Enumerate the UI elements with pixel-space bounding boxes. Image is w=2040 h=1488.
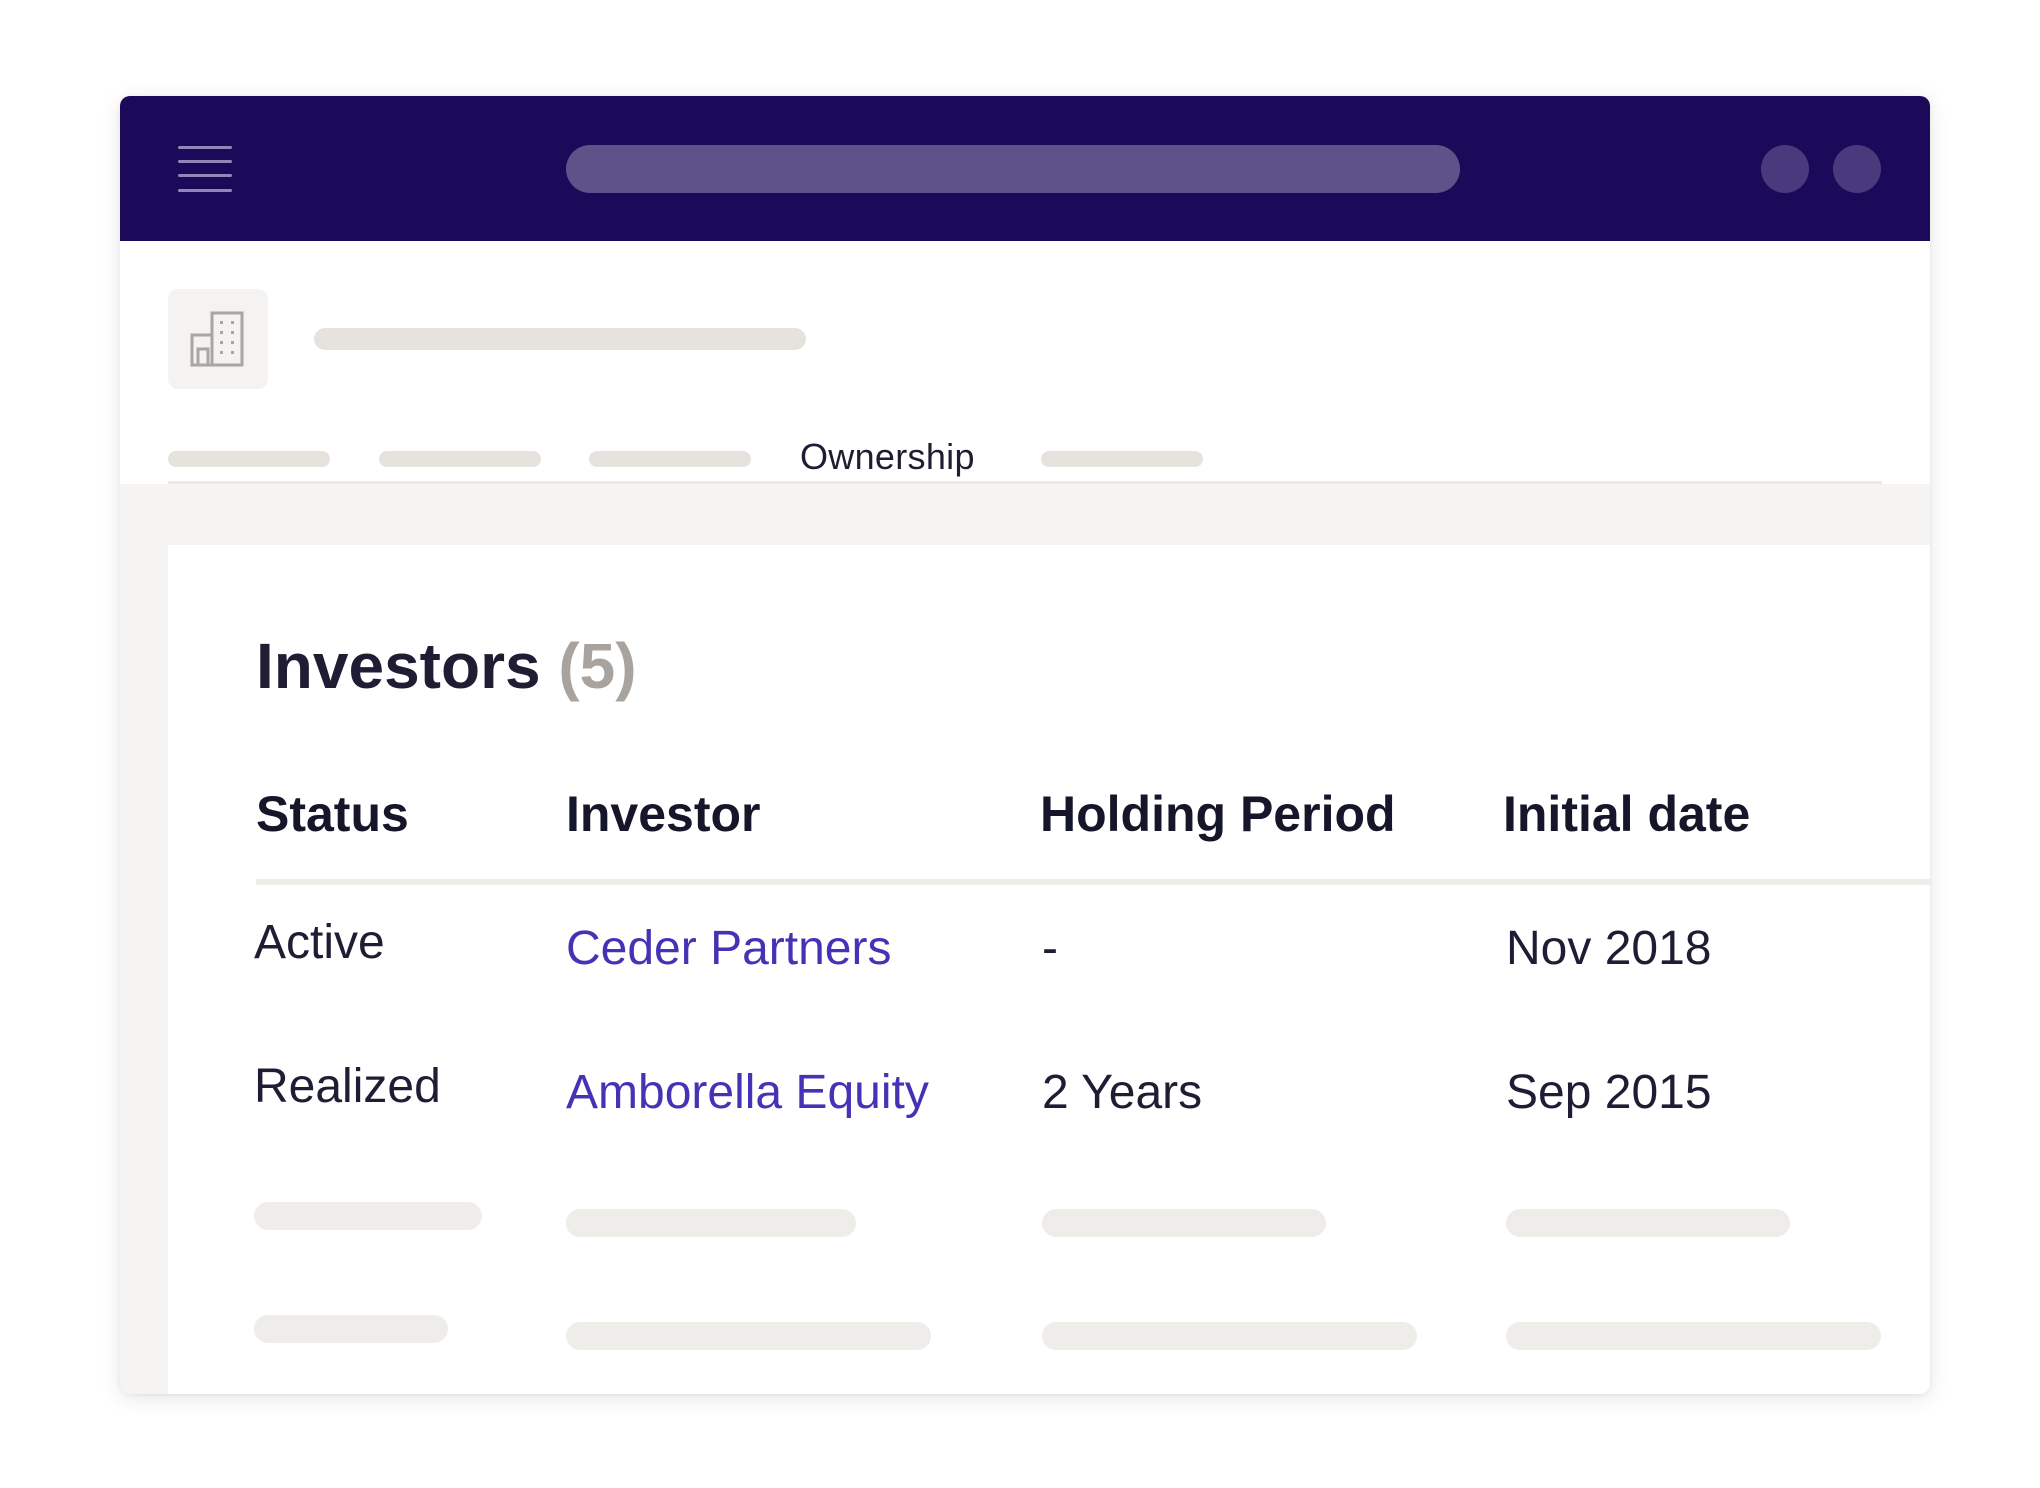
hamburger-menu-icon[interactable] (178, 146, 232, 192)
initial-date-cell: Sep 2015 (1506, 1066, 1712, 1119)
status-placeholder (254, 1315, 448, 1343)
notifications-button[interactable] (1761, 145, 1809, 193)
column-header-investor[interactable]: Investor (566, 784, 761, 844)
status-placeholder (254, 1202, 482, 1230)
initial-date-cell: Nov 2018 (1506, 922, 1712, 975)
investors-count: (5) (558, 630, 637, 702)
company-name-placeholder (314, 328, 806, 350)
holding-period-cell: 2 Years (1042, 1066, 1203, 1119)
initial-date-placeholder (1506, 1322, 1881, 1350)
column-header-holding-period[interactable]: Holding Period (1040, 784, 1396, 844)
status-cell: Active (254, 916, 385, 969)
building-icon (190, 311, 244, 367)
tab-ownership-label: Ownership (800, 436, 975, 477)
user-avatar-button[interactable] (1833, 145, 1881, 193)
status-cell: Realized (254, 1060, 441, 1113)
initial-date-placeholder (1506, 1209, 1790, 1237)
company-logo (168, 289, 268, 389)
investor-placeholder (566, 1322, 931, 1350)
investor-link[interactable]: Ceder Partners (566, 920, 891, 978)
investor-placeholder (566, 1209, 856, 1237)
holding-period-placeholder (1042, 1209, 1326, 1237)
column-header-status[interactable]: Status (256, 784, 409, 844)
investors-title: Investors (256, 630, 541, 702)
holding-period-placeholder (1042, 1322, 1417, 1350)
holding-period-cell: - (1042, 922, 1058, 975)
investors-heading: Investors (5) (256, 628, 637, 704)
app-window: Ownership Investors (5) Status Investor … (120, 96, 1930, 1394)
column-header-initial-date[interactable]: Initial date (1503, 784, 1750, 844)
search-input[interactable] (566, 145, 1460, 193)
table-header-divider (256, 879, 1930, 885)
top-navigation-bar (120, 96, 1930, 241)
investor-link[interactable]: Amborella Equity (566, 1064, 929, 1122)
